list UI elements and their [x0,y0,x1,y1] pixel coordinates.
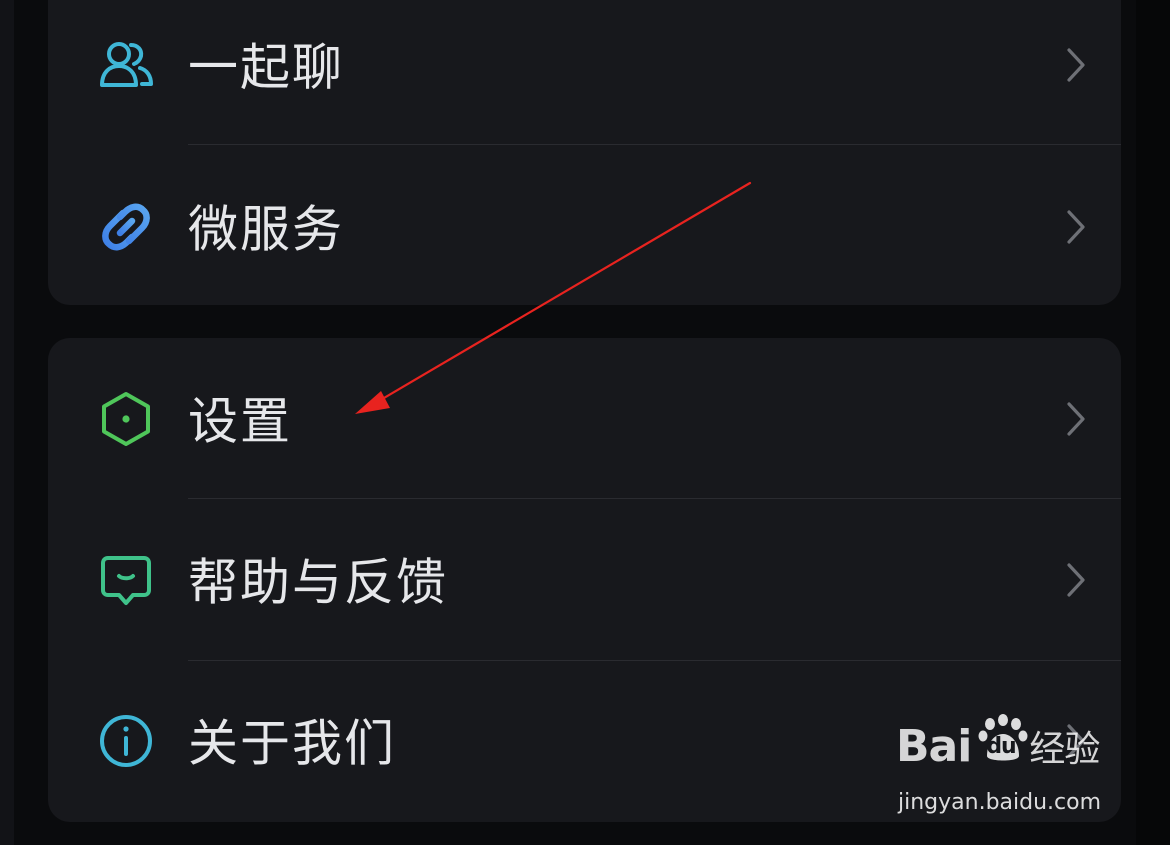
divider [188,144,1121,145]
feedback-icon [96,550,156,610]
link-icon [96,197,156,257]
menu-item-help-feedback[interactable]: 帮助与反馈 [48,499,1121,661]
menu-item-micro-service[interactable]: 微服务 [48,146,1121,305]
chevron-right-icon [1065,209,1087,245]
chevron-right-icon [1065,723,1087,759]
menu-card-bottom: 设置 帮助与反馈 关于我们 [48,338,1121,822]
menu-item-label: 关于我们 [188,714,396,773]
menu-item-group-chat[interactable]: 一起聊 [48,0,1121,146]
chevron-right-icon [1065,562,1087,598]
menu-item-settings[interactable]: 设置 [48,338,1121,500]
menu-card-top: 一起聊 微服务 [48,0,1121,305]
menu-item-about-us[interactable]: 关于我们 [48,660,1121,822]
chevron-right-icon [1065,401,1087,437]
menu-item-label: 帮助与反馈 [188,553,448,612]
chevron-right-icon [1065,47,1087,83]
info-icon [96,711,156,771]
menu-item-label: 一起聊 [188,38,344,97]
group-chat-icon [96,35,156,95]
screen: 一起聊 微服务 设置 帮助与反馈 关于我们 Bai du 经验 jingyan.… [0,0,1170,845]
menu-item-label: 设置 [188,392,292,451]
hexagon-settings-icon [96,389,156,449]
left-edge [0,0,14,845]
right-edge [1136,0,1170,845]
menu-item-label: 微服务 [188,200,344,259]
